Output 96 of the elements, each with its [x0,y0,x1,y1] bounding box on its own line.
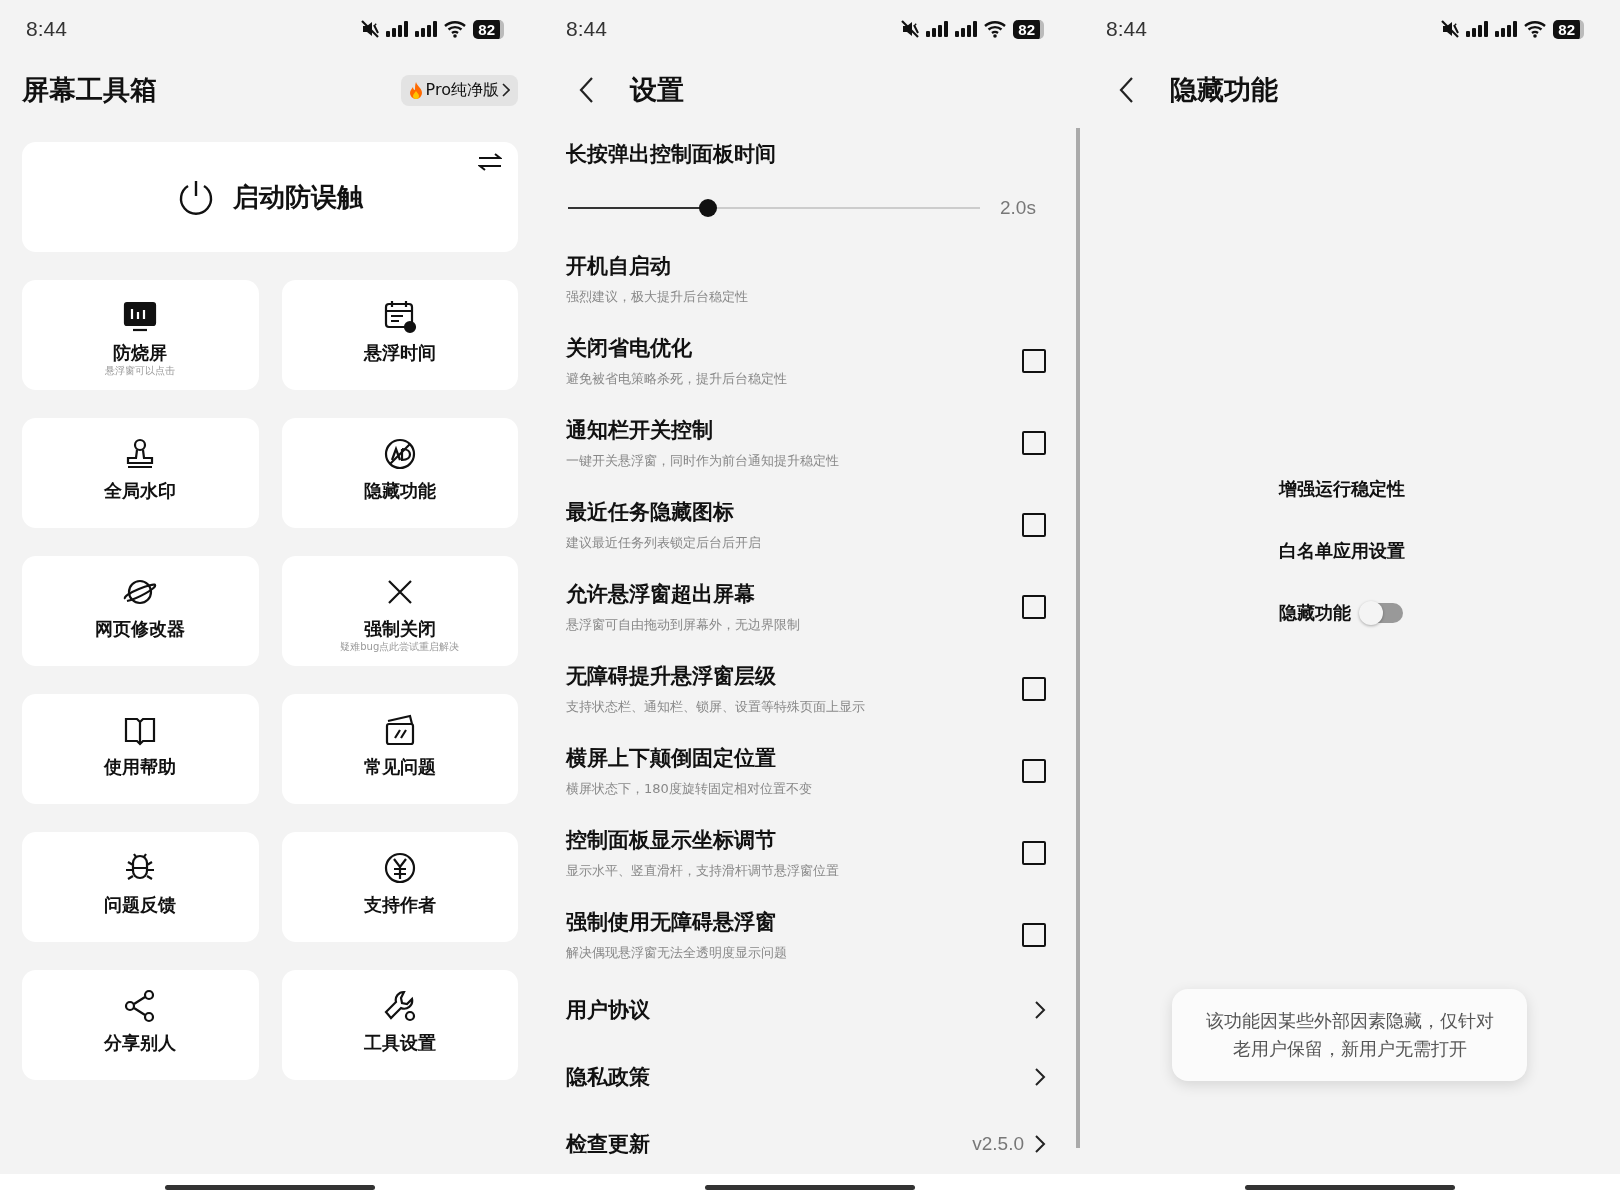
tool-tile[interactable]: 问题反馈 [22,832,259,942]
tile-subtitle: 疑难bug点此尝试重启解决 [340,640,460,653]
tile-label: 全局水印 [104,480,177,502]
checkbox[interactable] [1022,923,1046,947]
option-label[interactable]: 白名单应用设置 [1279,539,1405,563]
checkbox[interactable] [1022,431,1046,455]
chevron-right-icon [502,83,510,97]
slider-reading: 2.0s [1000,197,1037,219]
version-text: v2.5.0 [972,1132,1024,1155]
menu-item[interactable]: 用户协议 [566,995,650,1024]
page-title: 隐藏功能 [1170,73,1278,107]
chevron-right-icon [1034,999,1046,1020]
tile-subtitle: 悬浮窗可以点击 [105,364,176,377]
tile-label: 网页修改器 [95,618,186,640]
start-button[interactable]: 启动防误触 [22,142,518,252]
setting-description: 解决偶现悬浮窗无法全透明度显示问题 [566,944,788,962]
tile-label: 常见问题 [363,756,436,778]
tool-tile[interactable]: 工具设置 [281,970,518,1080]
setting-description: 悬浮窗可自由拖动到屏幕外，无边界限制 [566,616,801,634]
signal-icon [386,21,411,37]
setting-title: 强制使用无障碍悬浮窗 [566,909,777,936]
battery-indicator: 82 [1553,19,1584,39]
signal-icon [415,21,440,37]
app-title: 屏幕工具箱 [22,73,157,107]
tile-label: 问题反馈 [104,894,177,916]
power-icon [177,178,215,216]
pro-version-button[interactable]: Pro纯净版 [400,74,518,106]
signal-icon [1495,21,1520,37]
setting-description: 横屏状态下，180度旋转固定相对位置不变 [566,780,813,798]
signal-icon [955,21,980,37]
setting-title: 通知栏开关控制 [566,417,714,444]
setting-title: 最近任务隐藏图标 [566,499,735,526]
option-label[interactable]: 增强运行稳定性 [1279,477,1405,501]
setting-description: 建议最近任务列表锁定后台后开启 [566,534,762,552]
tool-tile[interactable]: 分享别人 [22,970,259,1080]
checkbox[interactable] [1022,841,1046,865]
setting-title: 允许悬浮窗超出屏幕 [566,581,756,608]
tool-tile[interactable]: 悬浮时间 [281,280,518,390]
menu-item[interactable]: 隐私政策 [566,1062,650,1091]
tile-label: 强制关闭 [363,618,436,640]
tool-tile[interactable]: 全局水印 [22,418,259,528]
setting-title: 长按弹出控制面板时间 [566,141,777,168]
checkbox[interactable] [1022,349,1046,373]
setting-title: 开机自启动 [566,253,672,280]
setting-title: 控制面板显示坐标调节 [566,827,777,854]
toggle-switch[interactable] [1361,603,1403,623]
checkbox[interactable] [1022,759,1046,783]
setting-description: 显示水平、竖直滑杆，支持滑杆调节悬浮窗位置 [566,862,840,880]
checkbox[interactable] [1022,595,1046,619]
toast-message: 该功能因某些外部因素隐藏，仅针对老用户保留，新用户无需打开 [1172,989,1527,1081]
menu-item[interactable]: 检查更新 [566,1129,650,1158]
tile-label: 工具设置 [363,1032,436,1054]
setting-description: 避免被省电策略杀死，提升后台稳定性 [566,370,788,388]
flame-icon [408,81,423,99]
back-icon[interactable] [1118,76,1134,104]
chevron-right-icon [1034,1066,1046,1087]
status-time: 8:44 [26,17,67,41]
signal-icon [926,21,951,37]
tool-tile[interactable]: 网页修改器 [22,556,259,666]
page-title: 设置 [630,73,684,107]
tool-tile[interactable]: 强制关闭 疑难bug点此尝试重启解决 [281,556,518,666]
status-time: 8:44 [1106,17,1147,41]
tile-label: 防烧屏 [113,342,168,364]
home-indicator[interactable] [705,1184,915,1190]
home-indicator[interactable] [1245,1184,1455,1190]
tile-label: 支持作者 [363,894,436,916]
tool-tile[interactable]: 支持作者 [281,832,518,942]
tool-tile[interactable]: 常见问题 [281,694,518,804]
tile-label: 使用帮助 [104,756,177,778]
chevron-right-icon [1034,1133,1046,1154]
setting-title: 横屏上下颠倒固定位置 [566,745,777,772]
home-indicator[interactable] [165,1184,375,1190]
setting-title: 无障碍提升悬浮窗层级 [566,663,777,690]
back-icon[interactable] [578,76,594,104]
status-time: 8:44 [566,17,607,41]
battery-indicator: 82 [1013,19,1044,39]
mute-icon [361,20,382,38]
swap-icon [478,152,502,172]
tool-tile[interactable]: 隐藏功能 [281,418,518,528]
setting-title: 关闭省电优化 [566,335,693,362]
tile-label: 隐藏功能 [363,480,436,502]
tool-tile[interactable]: 使用帮助 [22,694,259,804]
setting-description: 支持状态栏、通知栏、锁屏、设置等特殊页面上显示 [566,698,866,716]
mute-icon [901,20,922,38]
tile-label: 分享别人 [104,1032,177,1054]
slider-thumb[interactable] [699,199,718,217]
option-label[interactable]: 隐藏功能 [1279,601,1351,625]
setting-description: 强烈建议，极大提升后台稳定性 [566,288,749,306]
setting-description: 一键开关悬浮窗，同时作为前台通知提升稳定性 [566,452,840,470]
checkbox[interactable] [1022,677,1046,701]
battery-indicator: 82 [473,19,504,39]
signal-icon [1466,21,1491,37]
checkbox[interactable] [1022,513,1046,537]
tool-tile[interactable]: 防烧屏 悬浮窗可以点击 [22,280,259,390]
mute-icon [1441,20,1462,38]
tile-label: 悬浮时间 [363,342,436,364]
